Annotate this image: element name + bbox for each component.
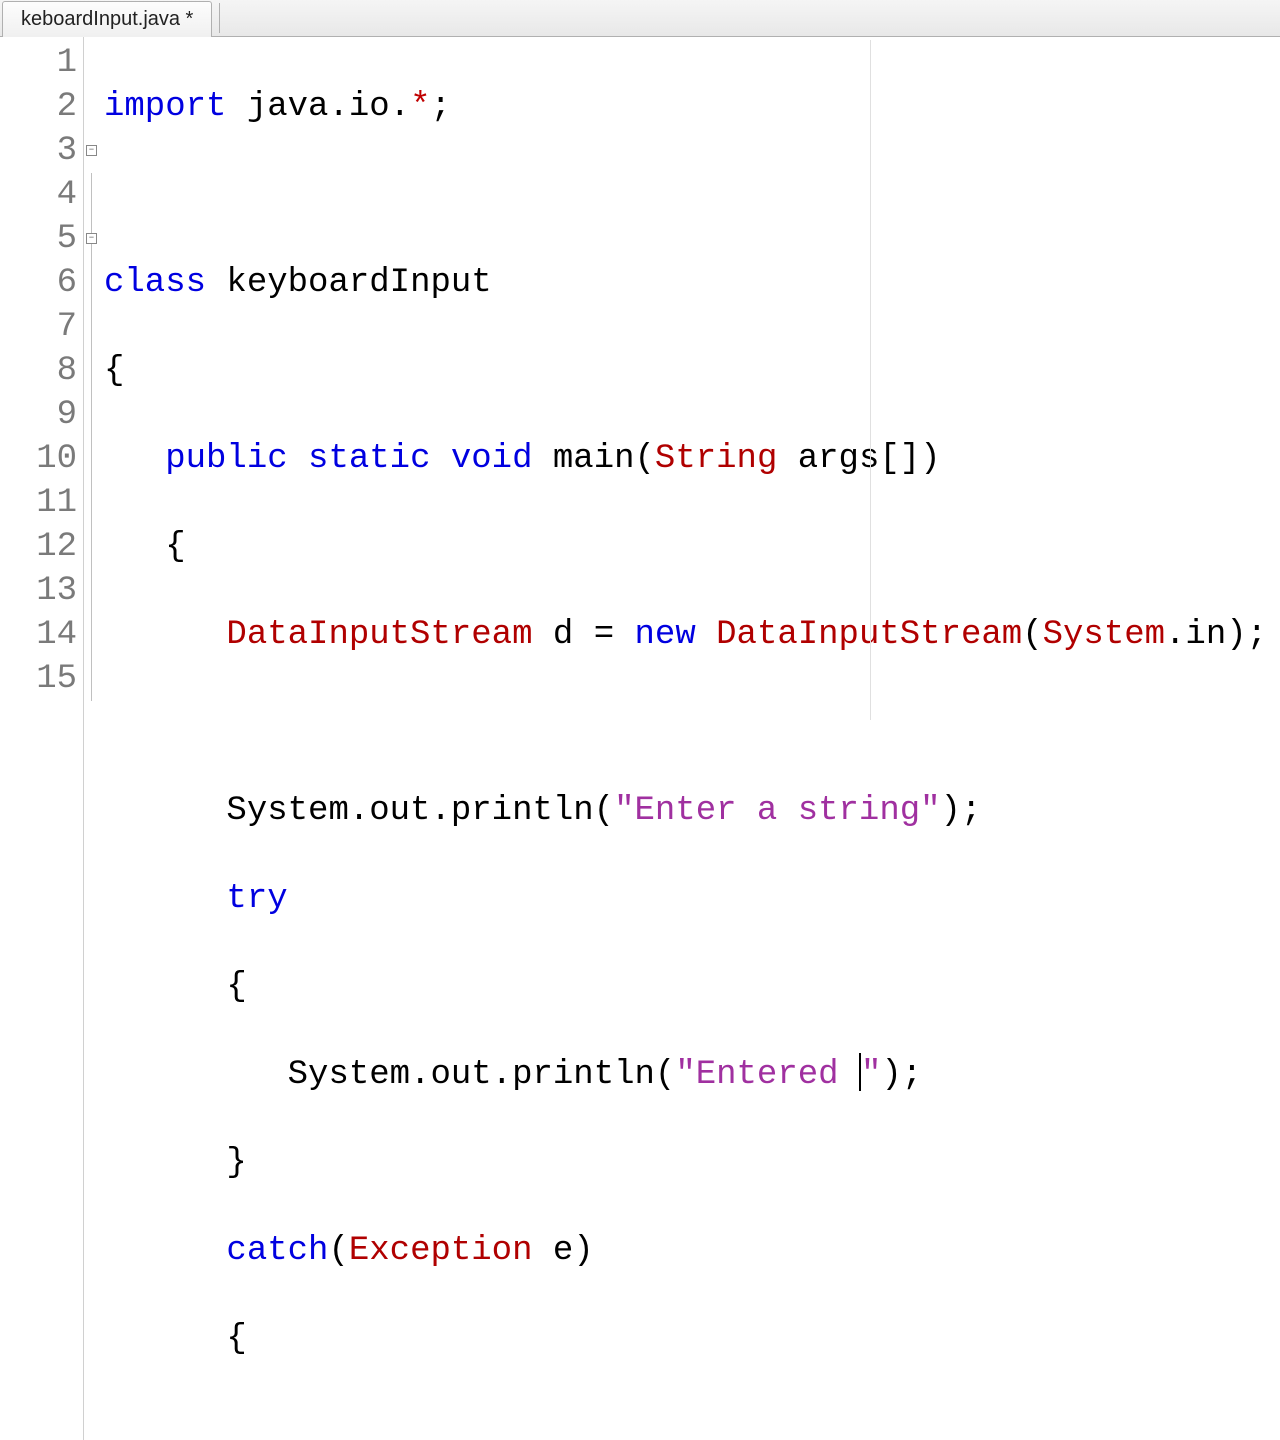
- line-number: 10: [0, 437, 77, 481]
- file-tab[interactable]: keboardInput.java *: [2, 1, 212, 37]
- code-line[interactable]: import java.io.*;: [104, 85, 1280, 129]
- editor-area[interactable]: 1 2 3 4 5 6 7 8 9 10 11 12 13 14 15 − −: [0, 37, 1280, 1440]
- code-line[interactable]: }: [104, 1141, 1280, 1185]
- line-number: 5: [0, 217, 77, 261]
- line-number: 12: [0, 525, 77, 569]
- line-number: 7: [0, 305, 77, 349]
- code-line[interactable]: {: [104, 349, 1280, 393]
- code-line[interactable]: [104, 173, 1280, 217]
- line-number: 9: [0, 393, 77, 437]
- code-line[interactable]: {: [104, 1317, 1280, 1361]
- code-line[interactable]: {: [104, 525, 1280, 569]
- line-number: 1: [0, 41, 77, 85]
- editor-window: keboardInput.java * 1 2 3 4 5 6 7 8 9 10…: [0, 0, 1280, 720]
- line-number: 8: [0, 349, 77, 393]
- line-number: 6: [0, 261, 77, 305]
- line-number-gutter: 1 2 3 4 5 6 7 8 9 10 11 12 13 14 15: [0, 37, 84, 1440]
- code-line[interactable]: DataInputStream d = new DataInputStream(…: [104, 613, 1280, 657]
- code-line[interactable]: System.out.println("Enter a string");: [104, 789, 1280, 833]
- line-number: 13: [0, 569, 77, 613]
- code-line[interactable]: [104, 701, 1280, 745]
- fold-column: − −: [84, 37, 102, 1440]
- line-number: 2: [0, 85, 77, 129]
- code-line[interactable]: System.out.println("Entered ");: [104, 1053, 1280, 1097]
- code-content[interactable]: import java.io.*; class keyboardInput { …: [102, 37, 1280, 1440]
- code-line[interactable]: public static void main(String args[]): [104, 437, 1280, 481]
- line-number: 3: [0, 129, 77, 173]
- line-number: 14: [0, 613, 77, 657]
- code-line[interactable]: {: [104, 965, 1280, 1009]
- code-line[interactable]: try: [104, 877, 1280, 921]
- line-number: 4: [0, 173, 77, 217]
- tab-divider: [214, 3, 220, 33]
- code-line[interactable]: class keyboardInput: [104, 261, 1280, 305]
- tab-bar: keboardInput.java *: [0, 0, 1280, 37]
- text-cursor: [859, 1053, 861, 1091]
- fold-toggle-icon[interactable]: −: [86, 145, 97, 156]
- fold-toggle-icon[interactable]: −: [86, 233, 97, 244]
- line-number: 15: [0, 657, 77, 701]
- code-line[interactable]: catch(Exception e): [104, 1229, 1280, 1273]
- line-number: 11: [0, 481, 77, 525]
